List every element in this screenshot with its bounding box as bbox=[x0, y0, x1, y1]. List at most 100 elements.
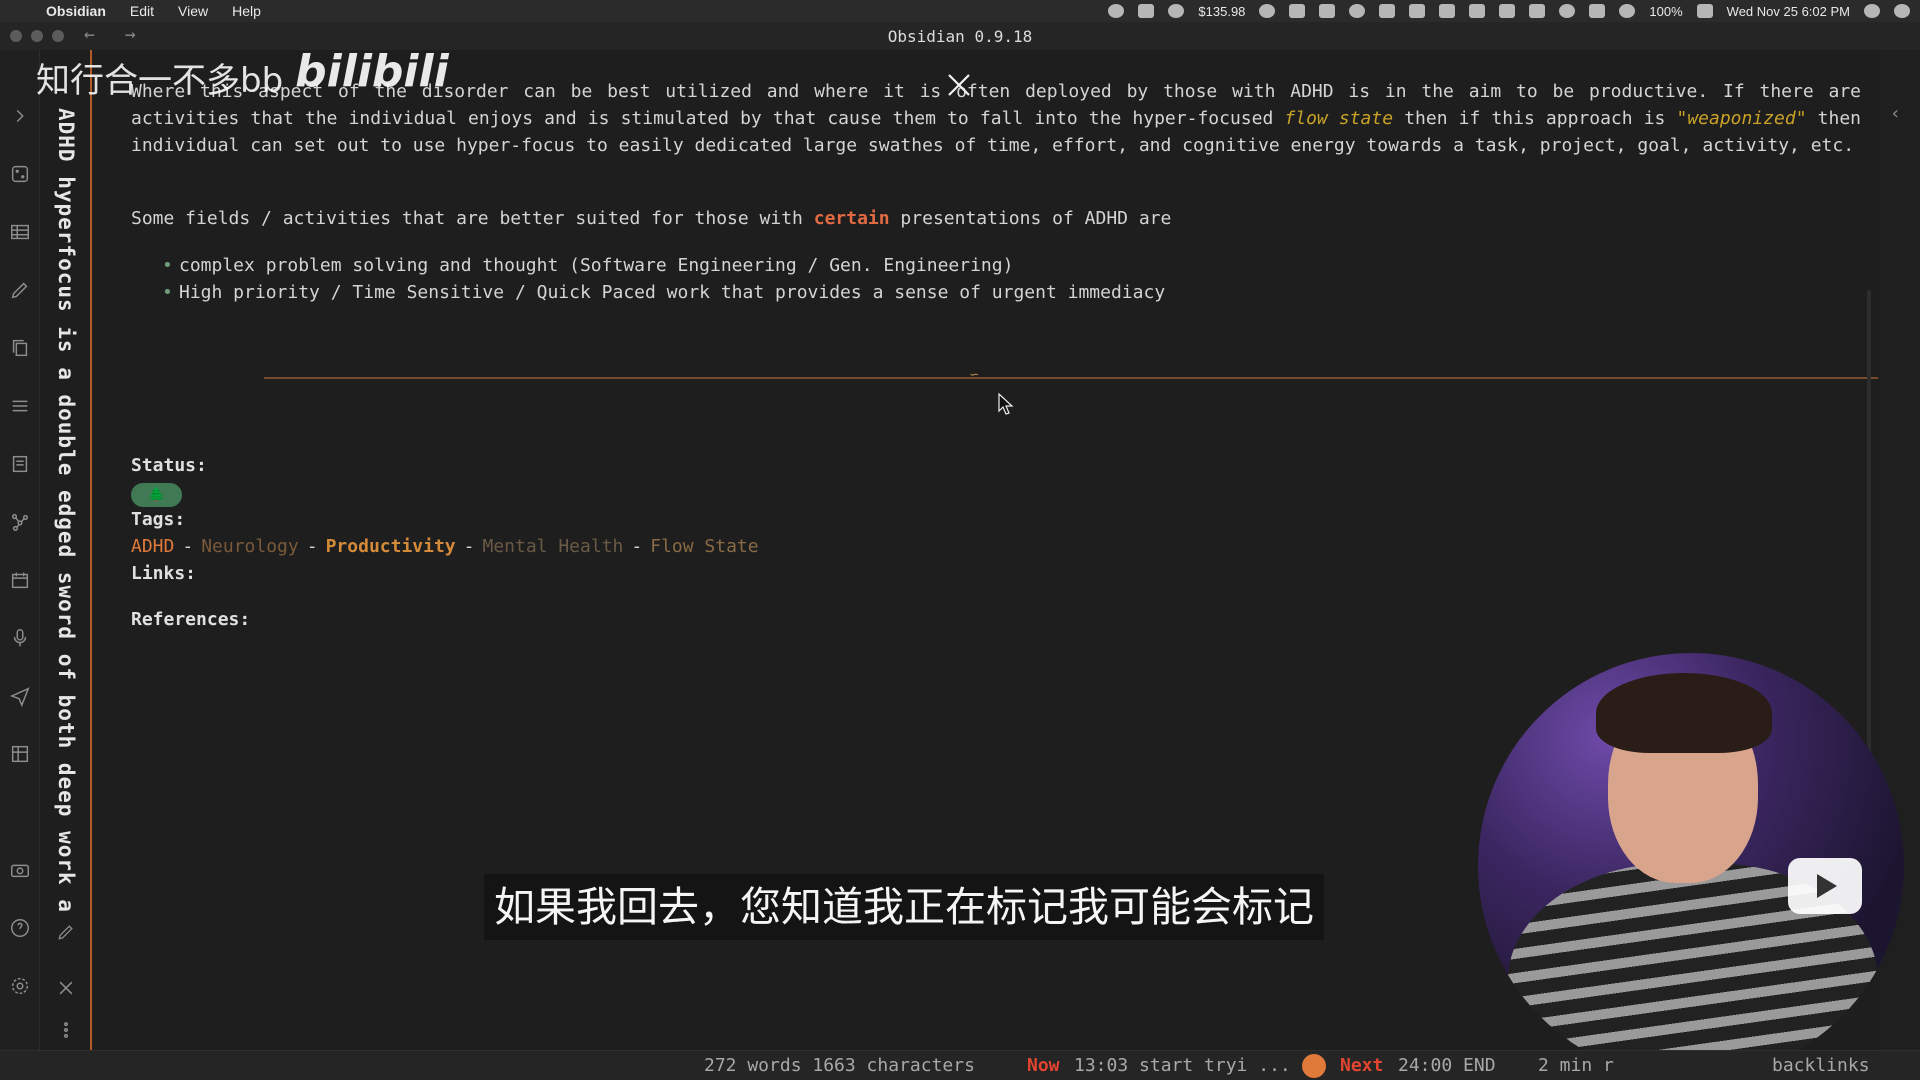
timer-progress-icon[interactable] bbox=[1302, 1054, 1326, 1078]
menu-lines-icon[interactable] bbox=[8, 394, 32, 418]
watermark-text: 知行合一不多bb bbox=[36, 61, 284, 101]
more-options-icon[interactable] bbox=[56, 1020, 76, 1040]
time-machine-icon[interactable] bbox=[1559, 4, 1576, 18]
send-paper-plane-icon[interactable] bbox=[8, 684, 32, 708]
battery-icon[interactable] bbox=[1696, 4, 1713, 18]
flow-state-highlight: flow state bbox=[1284, 108, 1394, 129]
timer-next-label: Next bbox=[1340, 1055, 1384, 1076]
weaponized-highlight: "weaponized" bbox=[1676, 108, 1807, 129]
menu-help[interactable]: Help bbox=[220, 3, 273, 19]
note-document-icon[interactable] bbox=[8, 452, 32, 476]
pane-vertical-title[interactable]: ADHD hyperfocus is a double edged sword … bbox=[54, 108, 78, 913]
tag-list: ADHD - Neurology - Productivity - Mental Healt… bbox=[131, 536, 759, 557]
menu-app-obsidian[interactable]: Obsidian bbox=[34, 3, 118, 19]
collapsed-note-pane[interactable]: ADHD hyperfocus is a double edged sword … bbox=[40, 50, 92, 1050]
back-arrow-icon[interactable]: ← bbox=[84, 24, 95, 45]
microphone-icon[interactable] bbox=[8, 626, 32, 650]
tag-separator: - bbox=[463, 536, 475, 557]
tray-lock-icon[interactable] bbox=[1319, 4, 1336, 18]
close-window-button[interactable] bbox=[10, 30, 22, 42]
certain-highlight: certain bbox=[813, 208, 890, 229]
paragraph-text: Some fields / activities that are better… bbox=[131, 208, 814, 229]
tag-link[interactable]: ADHD bbox=[131, 536, 174, 557]
tag-separator: - bbox=[182, 536, 194, 557]
minimize-window-button[interactable] bbox=[31, 30, 43, 42]
paragraph-fields: Some fields / activities that are better… bbox=[131, 205, 1861, 232]
close-icon[interactable] bbox=[944, 70, 974, 100]
links-label: Links: bbox=[131, 563, 197, 584]
tag-link[interactable]: Flow State bbox=[650, 536, 758, 557]
tray-display-icon[interactable] bbox=[1469, 4, 1486, 18]
copy-document-icon[interactable] bbox=[8, 336, 32, 360]
timer-now-text[interactable]: 13:03 start tryi ... bbox=[1074, 1055, 1291, 1076]
tray-app-icon[interactable] bbox=[1409, 4, 1426, 18]
link-icon[interactable]: ∽ bbox=[970, 367, 978, 383]
tray-globe-icon[interactable] bbox=[1349, 4, 1366, 18]
table-icon[interactable] bbox=[8, 220, 32, 244]
tray-app-icon[interactable] bbox=[1289, 4, 1306, 18]
zoom-window-button[interactable] bbox=[52, 30, 64, 42]
camera-icon[interactable] bbox=[8, 858, 32, 882]
paragraph-text: then if this approach is bbox=[1393, 108, 1677, 129]
reading-time: 2 min r bbox=[1538, 1055, 1614, 1076]
random-note-dice-icon[interactable] bbox=[8, 162, 32, 186]
calendar-icon[interactable] bbox=[8, 568, 32, 592]
tags-label: Tags: bbox=[131, 509, 186, 530]
tree-emoji: 🌲 bbox=[147, 487, 166, 503]
tag-link[interactable]: Neurology bbox=[201, 536, 299, 557]
tray-eye-icon[interactable] bbox=[1168, 4, 1185, 18]
backlinks-count[interactable]: backlinks bbox=[1772, 1055, 1870, 1076]
pencil-icon[interactable] bbox=[8, 278, 32, 302]
tag-link[interactable]: Productivity bbox=[326, 536, 456, 557]
menu-clock[interactable]: Wed Nov 25 6:02 PM bbox=[1727, 4, 1850, 19]
kanban-board-icon[interactable] bbox=[8, 742, 32, 766]
fields-bullet-list: complex problem solving and thought (Sof… bbox=[162, 252, 1165, 306]
edit-pencil-icon[interactable] bbox=[56, 922, 76, 942]
word-character-count: 272 words 1663 characters bbox=[704, 1055, 975, 1076]
expand-sidebar-chevron-icon[interactable] bbox=[8, 104, 32, 128]
tray-app-icon[interactable] bbox=[1108, 4, 1125, 18]
tray-money-text[interactable]: $135.98 bbox=[1198, 4, 1245, 19]
forward-arrow-icon[interactable]: → bbox=[125, 24, 136, 45]
timer-next-text: 24:00 END bbox=[1398, 1055, 1496, 1076]
tray-app-icon[interactable] bbox=[1439, 4, 1456, 18]
window-title-bar: ← → Obsidian 0.9.18 bbox=[0, 22, 1920, 50]
window-controls bbox=[10, 30, 64, 42]
paragraph-text: presentations of ADHD are bbox=[889, 208, 1172, 229]
references-label: References: bbox=[131, 609, 251, 630]
tag-link[interactable]: Mental Health bbox=[482, 536, 623, 557]
wifi-icon[interactable] bbox=[1619, 4, 1636, 18]
settings-gear-icon[interactable] bbox=[8, 974, 32, 998]
menu-bar-tray: $135.98 100% Wed Nov 25 6:02 PM bbox=[1108, 0, 1910, 22]
webcam-overlay bbox=[1478, 653, 1904, 1079]
navigation-buttons: ← → bbox=[84, 24, 136, 45]
macos-menu-bar: Obsidian Edit View Help $135.98 100% Wed… bbox=[0, 0, 1920, 22]
tray-app-icon[interactable] bbox=[1529, 4, 1546, 18]
status-label: Status: bbox=[131, 455, 207, 476]
expand-right-sidebar-chevron-icon[interactable]: ‹ bbox=[1890, 103, 1901, 124]
tray-app-icon[interactable] bbox=[1138, 4, 1155, 18]
graph-view-icon[interactable] bbox=[8, 510, 32, 534]
volume-icon[interactable] bbox=[1499, 4, 1516, 18]
status-badge[interactable]: 🌲 bbox=[131, 483, 182, 507]
bluetooth-icon[interactable] bbox=[1589, 4, 1606, 18]
siri-icon[interactable] bbox=[1894, 4, 1910, 18]
play-button-icon[interactable] bbox=[1788, 858, 1862, 914]
mouse-cursor-icon bbox=[998, 393, 1014, 415]
menu-edit[interactable]: Edit bbox=[118, 3, 166, 19]
status-bar: 272 words 1663 characters Now 13:03 star… bbox=[0, 1050, 1920, 1080]
spotlight-search-icon[interactable] bbox=[1864, 4, 1880, 18]
list-item: complex problem solving and thought (Sof… bbox=[162, 252, 1165, 279]
horizontal-rule bbox=[1006, 377, 1892, 379]
tray-app-icon[interactable] bbox=[1379, 4, 1396, 18]
window-title: Obsidian 0.9.18 bbox=[887, 26, 1033, 46]
battery-percent[interactable]: 100% bbox=[1649, 4, 1682, 19]
video-subtitle: 如果我回去，您知道我正在标记我可能会标记 bbox=[484, 874, 1324, 940]
webcam-person-hair bbox=[1596, 673, 1772, 753]
tray-cloud-icon[interactable] bbox=[1259, 4, 1276, 18]
close-pane-icon[interactable] bbox=[56, 978, 76, 998]
help-icon[interactable] bbox=[8, 916, 32, 940]
timer-now-label: Now bbox=[1027, 1055, 1060, 1076]
video-watermark: 知行合一不多bb bilibili bbox=[36, 46, 449, 103]
menu-view[interactable]: View bbox=[166, 3, 220, 19]
